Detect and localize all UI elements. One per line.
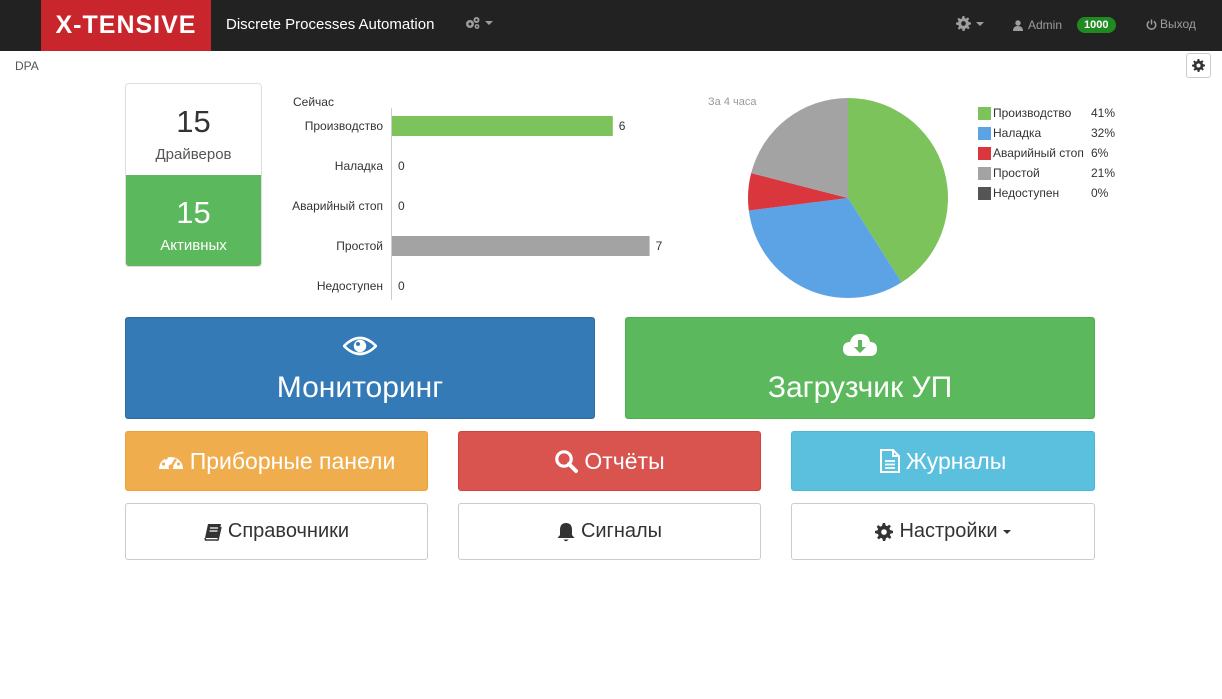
gear-icon [1192, 59, 1205, 72]
legend-label: Наладка [993, 126, 1042, 140]
legend-item[interactable]: Производство 41% [978, 103, 1115, 123]
monitoring-label: Мониторинг [276, 371, 444, 404]
dashboards-label: Приборные панели [189, 447, 396, 474]
bar-value-label: 0 [398, 199, 405, 213]
chevron-down-icon [1002, 529, 1011, 534]
drivers-counter: 15 Драйверов 15 Активных [125, 83, 262, 267]
active-label: Активных [160, 237, 227, 254]
chevron-down-icon [485, 20, 493, 25]
dashboards-button[interactable]: Приборные панели [125, 431, 428, 491]
brand-logo[interactable]: X-TENSIVE [41, 0, 211, 51]
legend-swatch [978, 186, 991, 200]
drivers-count: 15 [176, 104, 211, 139]
references-button[interactable]: Справочники [125, 503, 428, 560]
legend-percent: 21% [1091, 166, 1116, 180]
user-icon [1013, 19, 1023, 31]
reports-button[interactable]: Отчёты [458, 431, 761, 491]
signals-label: Сигналы [580, 520, 663, 542]
settings-button[interactable]: Настройки [791, 503, 1095, 560]
cogs-icon [466, 17, 480, 29]
settings-label: Настройки [899, 520, 998, 542]
now-status-bar-chart: Производство 6 Наладка 0 Аварийный стоп 0 Прос… [292, 108, 663, 300]
active-count: 15 [176, 195, 211, 230]
bar-value-label: 0 [398, 159, 405, 173]
dashboard-icon [158, 451, 184, 471]
now-chart-title: Сейчас [293, 95, 334, 109]
references-label: Справочники [227, 520, 350, 542]
gear-icon [956, 16, 971, 31]
file-text-icon [879, 449, 900, 473]
bar-category-label: Простой [336, 239, 383, 253]
bell-icon [557, 522, 575, 542]
legend-swatch [978, 126, 991, 140]
legend-swatch [978, 146, 991, 160]
bar-category-label: Наладка [335, 159, 384, 173]
legend-percent: 0% [1091, 186, 1109, 200]
power-icon [1146, 18, 1157, 30]
legend-swatch [978, 106, 991, 120]
gear-icon [875, 522, 894, 541]
signals-button[interactable]: Сигналы [458, 503, 761, 560]
reports-label: Отчёты [584, 447, 665, 474]
loader-label: Загрузчик УП [767, 371, 953, 404]
drivers-total[interactable]: 15 Драйверов [126, 84, 261, 175]
logs-button[interactable]: Журналы [791, 431, 1095, 491]
cloud-download-icon [842, 331, 878, 365]
legend-label: Аварийный стоп [993, 146, 1084, 160]
logout-label: Выход [1160, 17, 1196, 31]
modules-dropdown[interactable] [465, 16, 493, 29]
drivers-label: Драйверов [155, 146, 232, 163]
book-icon [204, 523, 222, 541]
pie-legend: Производство 41% Наладка 32% Аварийный стоп 6… [978, 103, 1115, 203]
eye-icon [342, 331, 378, 365]
breadcrumb[interactable]: DPA [15, 59, 39, 73]
logout-link[interactable]: Выход [1146, 17, 1196, 31]
legend-item[interactable]: Недоступен 0% [978, 183, 1115, 203]
active-total[interactable]: 15 Активных [126, 175, 261, 266]
legend-label: Производство [993, 106, 1072, 120]
bar-category-label: Производство [305, 119, 384, 133]
legend-item[interactable]: Простой 21% [978, 163, 1115, 183]
page-settings-button[interactable] [1186, 53, 1211, 78]
legend-item[interactable]: Наладка 32% [978, 123, 1115, 143]
program-loader-button[interactable]: Загрузчик УП [625, 317, 1095, 419]
legend-item[interactable]: Аварийный стоп 6% [978, 143, 1115, 163]
bar-category-label: Недоступен [317, 279, 383, 293]
user-menu[interactable]: Admin 1000 [1013, 17, 1116, 33]
legend-percent: 6% [1091, 146, 1109, 160]
bar[interactable] [392, 236, 650, 256]
logs-label: Журналы [905, 447, 1007, 474]
search-icon [554, 449, 579, 473]
legend-label: Простой [993, 166, 1040, 180]
user-name: Admin [1028, 18, 1063, 32]
bar-value-label: 6 [619, 119, 626, 133]
legend-swatch [978, 166, 991, 180]
legend-percent: 32% [1091, 126, 1116, 140]
bar[interactable] [392, 116, 613, 136]
app-title[interactable]: Discrete Processes Automation [226, 16, 434, 33]
status-badge: 1000 [1077, 17, 1116, 33]
bar-value-label: 7 [656, 239, 663, 253]
bar-category-label: Аварийный стоп [292, 199, 383, 213]
settings-dropdown[interactable] [956, 16, 984, 31]
monitoring-button[interactable]: Мониторинг [125, 317, 595, 419]
period-status-pie-chart [748, 98, 948, 298]
bar-value-label: 0 [398, 279, 405, 293]
top-navbar: X-TENSIVE Discrete Processes Automation … [0, 0, 1222, 51]
legend-percent: 41% [1091, 106, 1116, 120]
legend-label: Недоступен [993, 186, 1060, 200]
chevron-down-icon [976, 21, 984, 26]
